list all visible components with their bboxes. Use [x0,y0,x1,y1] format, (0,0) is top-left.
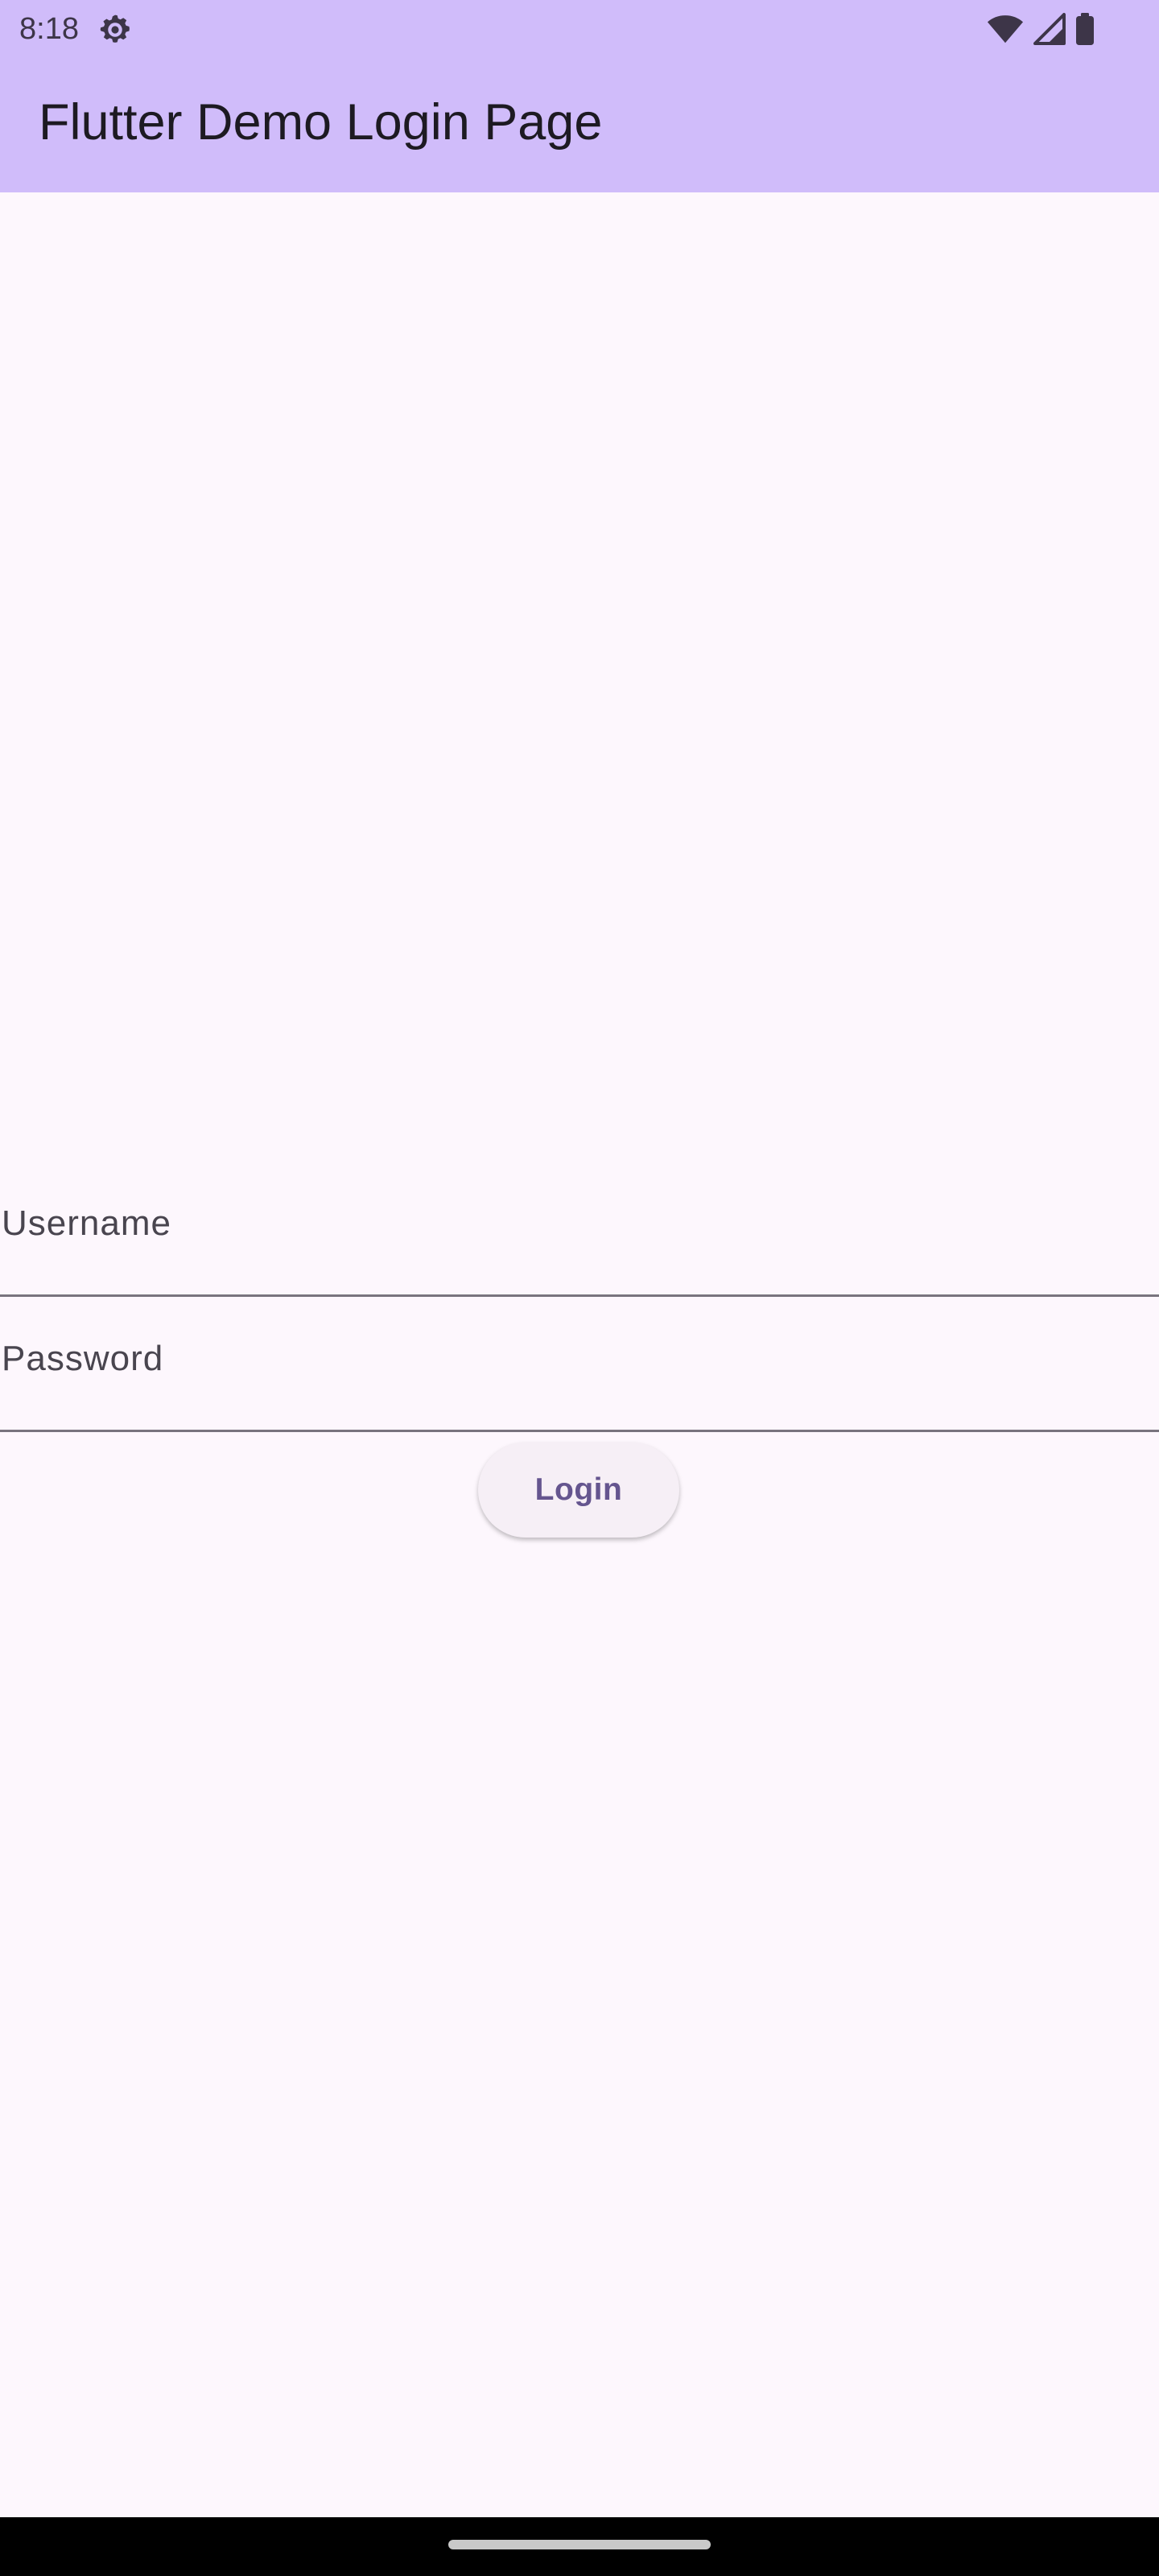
battery-icon [1076,13,1094,45]
cell-signal-icon [1033,13,1066,45]
username-field[interactable]: Username [0,1162,1159,1297]
password-input[interactable] [0,1297,1159,1430]
status-time: 8:18 [19,12,79,46]
login-button[interactable]: Login [478,1443,679,1538]
login-screen: 8:18 Flutter Demo Login Page Username Pa… [0,0,1159,2576]
settings-gear-icon [100,14,130,43]
system-navigation-bar [0,2517,1159,2576]
username-input[interactable] [0,1162,1159,1294]
app-bar: 8:18 Flutter Demo Login Page [0,0,1159,192]
status-bar: 8:18 [0,0,1159,58]
password-field[interactable]: Password [0,1297,1159,1432]
wifi-icon [987,15,1024,43]
status-icons [987,11,1095,47]
home-gesture-handle[interactable] [448,2540,711,2549]
page-title: Flutter Demo Login Page [39,94,603,151]
